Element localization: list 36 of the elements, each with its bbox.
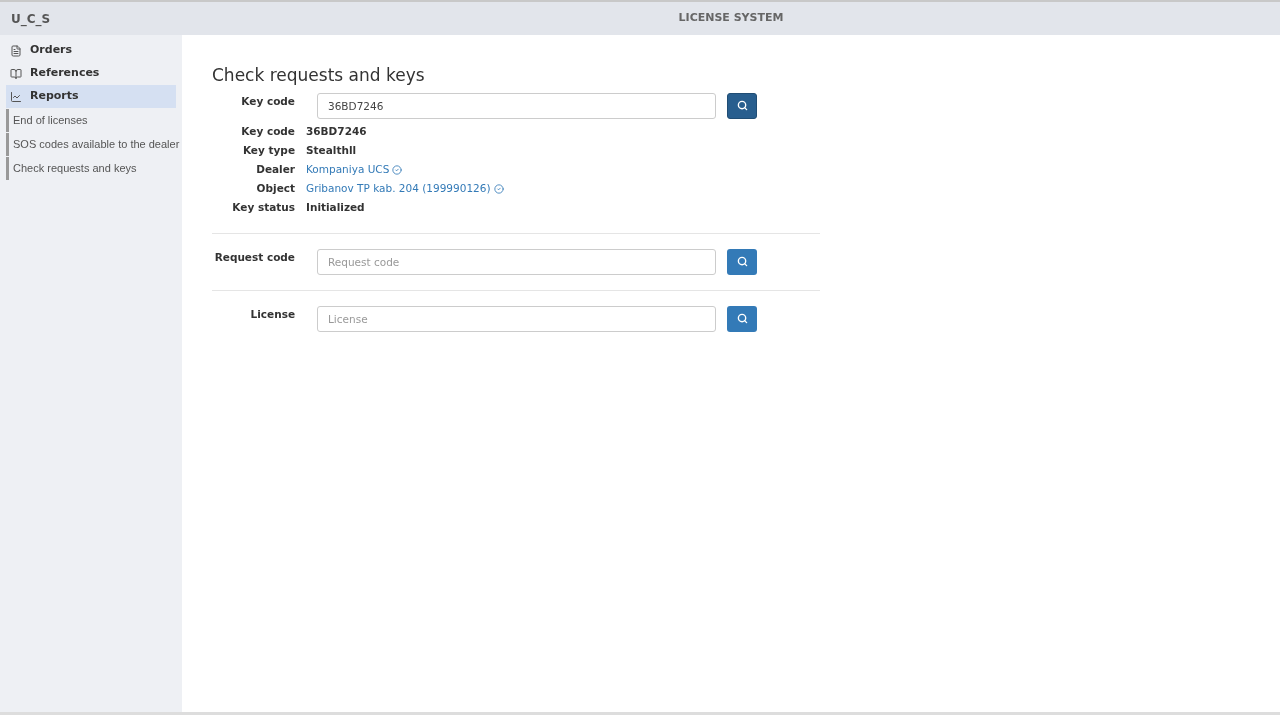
detail-value: Stealthll — [306, 143, 357, 159]
sidebar-item[interactable]: References — [6, 62, 176, 85]
field-label: License — [249, 306, 295, 322]
book-icon — [10, 67, 22, 80]
detail-value: Initialized — [306, 200, 365, 216]
brand-logo[interactable]: U_C_S — [0, 9, 182, 28]
search-button[interactable] — [727, 92, 757, 119]
sidebar-subitem[interactable]: Check requests and keys — [6, 157, 180, 180]
app-title: LICENSE SYSTEM — [677, 10, 785, 27]
input-field[interactable]: Request code — [317, 248, 716, 275]
sidebar-subitem[interactable]: End of licenses — [6, 109, 180, 132]
chart-icon — [10, 90, 22, 103]
detail-label: Dealer — [255, 162, 295, 178]
detail-link[interactable]: Gribanov TP kab. 204 (199990126) — [306, 181, 491, 197]
search-button[interactable] — [727, 248, 757, 275]
detail-label: Key code — [240, 124, 295, 140]
detail-label: Key type — [241, 143, 295, 159]
detail-label: Object — [255, 181, 295, 197]
input-field[interactable]: License — [317, 305, 716, 332]
detail-link[interactable]: Kompaniya UCS — [306, 162, 390, 178]
detail-label: Key status — [231, 200, 295, 216]
page-title: Check requests and keys — [212, 64, 426, 87]
search-icon — [736, 256, 748, 267]
search-icon — [736, 313, 748, 324]
detail-value: 36BD7246 — [306, 124, 367, 140]
search-button[interactable] — [727, 305, 757, 332]
input-field[interactable]: 36BD7246 — [317, 92, 716, 119]
sidebar-item[interactable]: Reports — [6, 85, 176, 108]
sidebar-item[interactable]: Orders — [6, 39, 176, 62]
verified-icon — [392, 165, 403, 175]
field-label: Key code — [240, 93, 295, 109]
document-icon — [10, 44, 22, 57]
search-icon — [736, 100, 748, 111]
field-label: Request code — [213, 249, 295, 265]
sidebar-subitem[interactable]: SOS codes available to the dealer — [6, 133, 180, 156]
verified-icon — [493, 184, 504, 194]
